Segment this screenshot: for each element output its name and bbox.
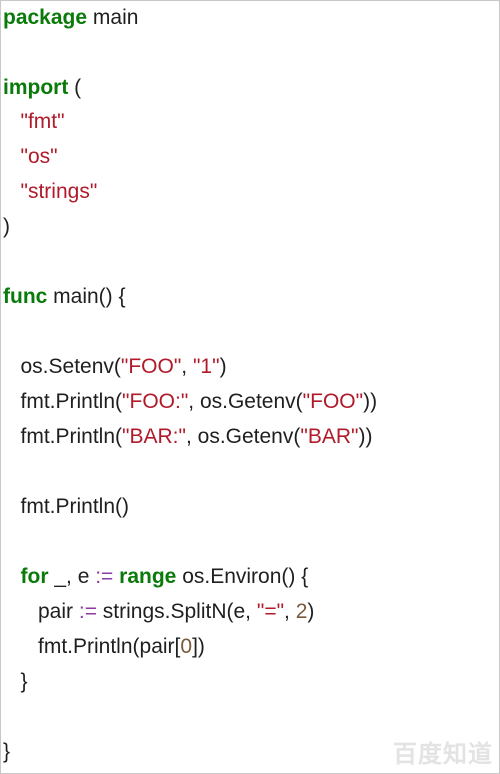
code-text: main [87,6,139,29]
string-literal: "os" [20,145,58,168]
code-line-import-strings: "strings" [3,175,98,209]
code-text: strings.SplitN(e, [96,600,257,623]
code-text: ) [219,355,227,378]
operator: := [95,565,114,588]
code-line-import-close: ) [3,210,10,244]
code-text: } [3,670,28,693]
code-line-println-pair: fmt.Println(pair[0]) [3,630,205,664]
code-text: _, e [48,565,96,588]
code-text: , [284,600,296,623]
code-text: } [3,740,11,763]
code-line-setenv: os.Setenv("FOO", "1") [3,350,227,384]
string-literal: "1" [192,355,220,378]
baidu-zhidao-watermark: 百度知道 [393,740,493,768]
code-text: ( [68,76,82,99]
number-literal: 0 [180,635,193,658]
string-literal: "strings" [20,180,98,203]
code-text: fmt.Println( [3,390,123,413]
code-line-for-close: } [3,665,28,699]
operator: := [78,600,97,623]
code-text: main() { [47,285,126,308]
code-line-import: import ( [3,71,81,105]
code-text: fmt.Println(pair[ [3,635,181,658]
code-text: )) [363,390,378,413]
code-text: , [181,355,193,378]
code-line-import-os: "os" [3,140,58,174]
code-line-splitn: pair := strings.SplitN(e, "=", 2) [3,595,314,629]
number-literal: 2 [295,600,308,623]
code-line-package: package main [3,1,138,35]
code-line-func-close: } [3,735,10,769]
code-text: fmt.Println( [3,425,123,448]
code-line-for-range: for _, e := range os.Environ() { [3,560,309,594]
code-line-println-empty: fmt.Println() [3,490,130,524]
string-literal: "=" [256,600,285,623]
keyword: for [20,565,49,588]
keyword: func [3,285,48,308]
string-literal: "BAR" [300,425,359,448]
string-literal: "fmt" [20,110,65,133]
code-text: , os.Getenv( [188,390,303,413]
string-literal: "FOO:" [122,390,189,413]
code-text: )) [358,425,373,448]
code-text: os.Environ() { [176,565,309,588]
code-text: ]) [192,635,205,658]
code-line-println-foo: fmt.Println("FOO:", os.Getenv("FOO")) [3,385,378,419]
code-block: package main import ( "fmt" "os" "string… [3,1,499,773]
code-line-import-fmt: "fmt" [3,105,65,139]
keyword: range [119,565,177,588]
code-text: fmt.Println() [3,495,130,518]
string-literal: "BAR:" [122,425,186,448]
code-text: os.Setenv( [3,355,121,378]
code-line-func-main: func main() { [3,280,126,314]
string-literal: "FOO" [302,390,364,413]
code-text: ) [307,600,315,623]
code-screenshot: package main import ( "fmt" "os" "string… [0,0,500,774]
string-literal: "FOO" [120,355,182,378]
keyword: package [3,6,88,29]
code-text: , os.Getenv( [185,425,301,448]
code-text: pair [3,600,79,623]
code-text: ) [3,215,10,238]
keyword: import [3,76,69,99]
code-line-println-bar: fmt.Println("BAR:", os.Getenv("BAR")) [3,420,373,454]
